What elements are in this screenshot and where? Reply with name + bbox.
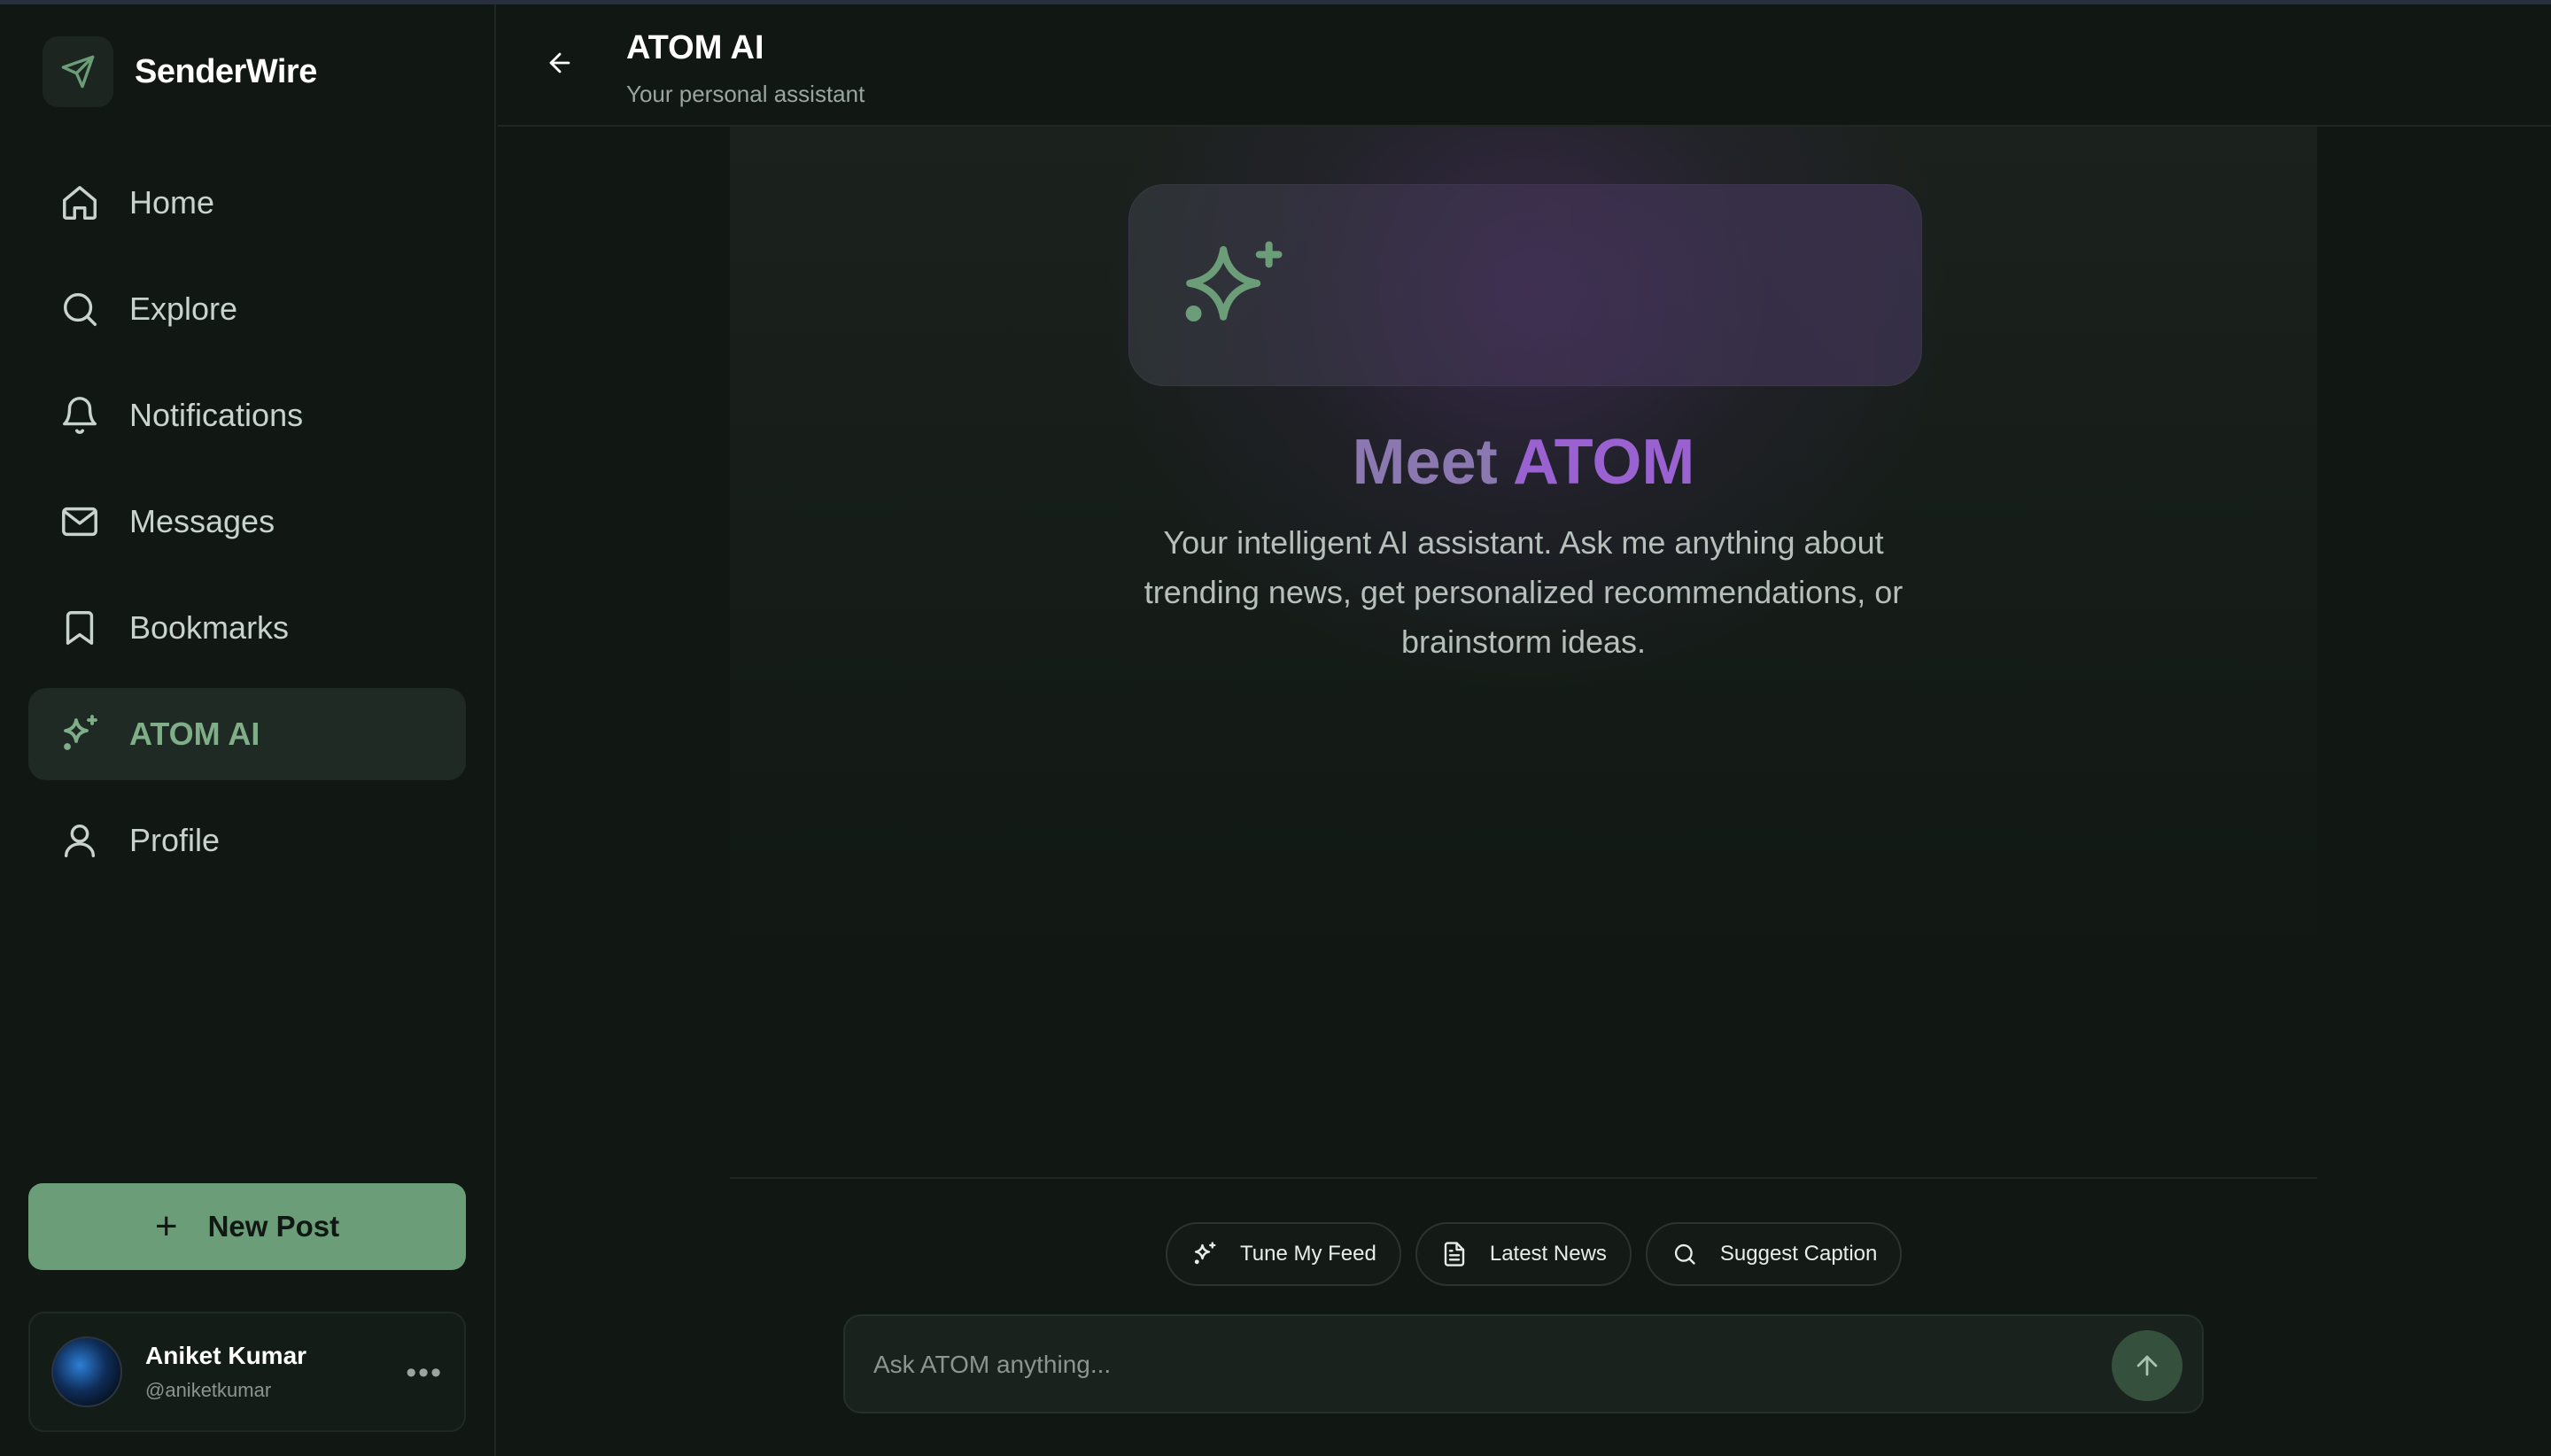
suggestion-suggest-caption[interactable]: Suggest Caption	[1645, 1222, 1903, 1286]
suggestion-chips: Tune My Feed Latest News Suggest Caption	[1166, 1222, 1916, 1286]
user-card[interactable]: Aniket Kumar @aniketkumar •••	[28, 1312, 466, 1432]
user-name: Aniket Kumar	[145, 1342, 307, 1369]
chip-label: Suggest Caption	[1719, 1242, 1878, 1266]
arrow-up-icon	[2136, 1355, 2158, 1376]
new-post-label: New Post	[207, 1210, 340, 1243]
avatar	[51, 1336, 122, 1407]
suggestion-latest-news[interactable]: Latest News	[1415, 1222, 1632, 1286]
page-header: ATOM AI Your personal assistant	[498, 4, 2551, 127]
bell-icon	[57, 392, 103, 438]
search-icon	[57, 286, 103, 332]
sidebar-item-bookmarks[interactable]: Bookmarks	[28, 582, 466, 674]
page-subtitle: Your personal assistant	[626, 81, 865, 107]
sidebar-item-atom-ai[interactable]: ATOM AI	[28, 688, 466, 780]
paper-plane-icon	[43, 36, 113, 107]
hero-title-part2: ATOM	[1513, 427, 1695, 498]
bookmark-icon	[57, 605, 103, 651]
user-handle: @aniketkumar	[145, 1379, 272, 1401]
back-arrow-icon[interactable]	[535, 38, 585, 88]
sidebar-item-notifications[interactable]: Notifications	[28, 369, 466, 461]
plus-icon: +	[154, 1204, 178, 1248]
sidebar-item-label: Profile	[129, 822, 221, 858]
document-icon	[1440, 1240, 1469, 1268]
home-icon	[57, 180, 103, 226]
search-icon	[1671, 1240, 1699, 1268]
sidebar-item-profile[interactable]: Profile	[28, 794, 466, 887]
sidebar-item-home[interactable]: Home	[28, 157, 466, 249]
chat-composer	[843, 1314, 2204, 1413]
chat-input[interactable]	[873, 1336, 2096, 1394]
user-icon	[57, 817, 103, 864]
mail-icon	[57, 499, 103, 545]
sidebar-item-label: ATOM AI	[129, 716, 260, 752]
sidebar-item-label: Messages	[129, 503, 275, 539]
chip-label: Latest News	[1489, 1242, 1607, 1266]
brand[interactable]: SenderWire	[43, 36, 317, 107]
sidebar-item-label: Notifications	[129, 397, 304, 433]
page-title: ATOM AI	[626, 29, 764, 66]
sparkles-icon	[57, 711, 103, 757]
send-button[interactable]	[2112, 1330, 2183, 1401]
hero-card	[1128, 184, 1922, 386]
sidebar: SenderWire Home Explore Notifications Me…	[0, 4, 496, 1456]
brand-name: SenderWire	[135, 52, 317, 90]
sidebar-item-label: Home	[129, 184, 215, 221]
new-post-button[interactable]: + New Post	[28, 1183, 466, 1270]
chip-label: Tune My Feed	[1240, 1242, 1376, 1266]
hero-title: Meet ATOM	[730, 426, 2317, 499]
chat-panel: Meet ATOM Your intelligent AI assistant.…	[730, 127, 2317, 1179]
hero-description: Your intelligent AI assistant. Ask me an…	[1144, 524, 1904, 660]
hero-title-part1: Meet	[1352, 427, 1514, 498]
sidebar-item-explore[interactable]: Explore	[28, 263, 466, 355]
sidebar-item-label: Explore	[129, 290, 238, 327]
sidebar-item-label: Bookmarks	[129, 609, 290, 646]
sparkles-icon	[1185, 241, 1283, 321]
sparkles-icon	[1190, 1240, 1219, 1268]
sidebar-nav: Home Explore Notifications Messages Book…	[28, 157, 466, 901]
sidebar-item-messages[interactable]: Messages	[28, 476, 466, 568]
more-options-icon[interactable]: •••	[406, 1356, 443, 1390]
suggestion-tune-my-feed[interactable]: Tune My Feed	[1166, 1222, 1401, 1286]
